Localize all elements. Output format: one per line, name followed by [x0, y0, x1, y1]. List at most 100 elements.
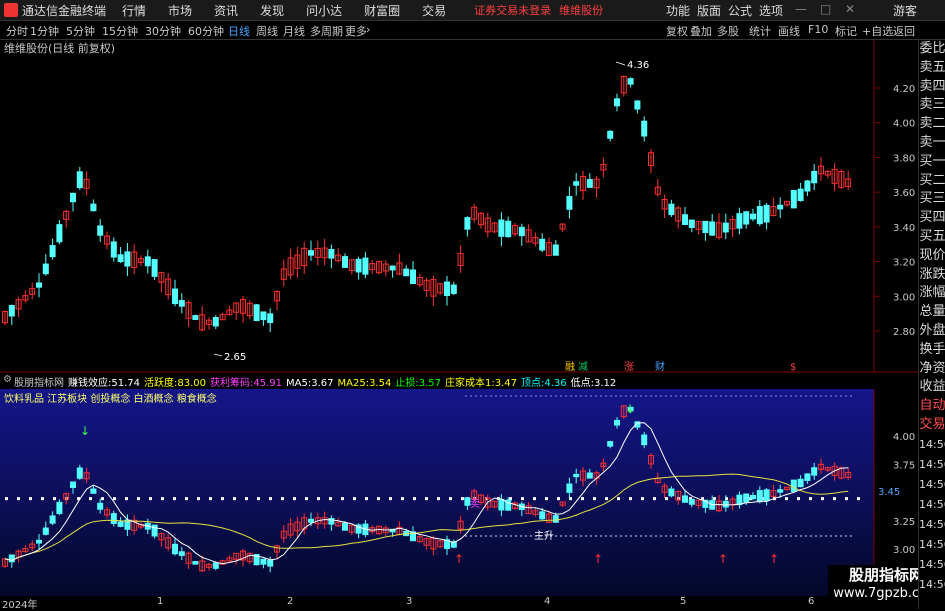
- ind-candle-body: [267, 559, 274, 567]
- user-label[interactable]: 游客: [893, 2, 917, 19]
- candle-body: [763, 204, 770, 223]
- candle-body: [627, 78, 634, 85]
- tool-overlay[interactable]: 叠加: [690, 23, 712, 39]
- ind-candle-body: [90, 488, 97, 494]
- indicator-settings-icon[interactable]: ⚙: [3, 374, 12, 385]
- event-tag-dollar[interactable]: $: [790, 362, 796, 373]
- title-bar: 通达信金融终端 行情 市场 资讯 发现 问小达 财富圈 交易 证券交易未登录 维…: [0, 0, 945, 21]
- period-monthly[interactable]: 月线: [283, 23, 305, 39]
- menu-wealth[interactable]: 财富圈: [364, 2, 400, 19]
- menu-options[interactable]: 选项: [759, 2, 783, 19]
- indicator-item: 获利筹码:45.91: [210, 378, 283, 389]
- close-icon[interactable]: ✕: [845, 2, 855, 16]
- ind-candle-body: [566, 483, 573, 493]
- side-panel-item: 买三: [919, 191, 945, 207]
- candle-body: [790, 190, 797, 209]
- chevron-right-icon[interactable]: ›: [366, 23, 370, 36]
- side-panel-item: 买二: [919, 172, 945, 188]
- menu-ask[interactable]: 问小达: [306, 2, 342, 19]
- indicator-chart[interactable]: 饮料乳品 江苏板块 创投概念 白酒概念 粮食概念 4.003.753.503.2…: [0, 389, 918, 596]
- menu-market[interactable]: 市场: [168, 2, 192, 19]
- tool-stats[interactable]: 统计: [749, 23, 771, 39]
- ind-candle-body: [750, 495, 756, 500]
- ind-candle-body: [308, 518, 314, 523]
- candle-body: [688, 219, 695, 229]
- price-tick-label: 3.00: [893, 292, 915, 303]
- period-daily[interactable]: 日线: [228, 23, 250, 39]
- event-tag-rise[interactable]: 涨: [624, 361, 634, 373]
- candle-body: [702, 220, 709, 234]
- side-panel-item: 卖一: [919, 134, 945, 150]
- period-tick[interactable]: 分时: [6, 23, 28, 39]
- tool-multi[interactable]: 多股: [717, 23, 739, 39]
- period-more[interactable]: 更多: [345, 23, 367, 39]
- ind-candle-body: [573, 473, 580, 478]
- side-panel-item: 14:56: [919, 517, 945, 531]
- low-label: 2.65: [224, 352, 246, 363]
- menu-discover[interactable]: 发现: [260, 2, 284, 19]
- candle-body: [212, 317, 219, 327]
- side-panel-item: 外盘: [919, 322, 945, 338]
- menu-quotes[interactable]: 行情: [122, 2, 146, 19]
- ind-candle-body: [756, 490, 763, 503]
- indicator-tick-label: 3.75: [893, 460, 915, 471]
- candles-group: [2, 75, 852, 332]
- side-panel-item: 现价: [919, 247, 945, 263]
- ind-candle-body: [688, 498, 695, 505]
- candlestick-chart[interactable]: 维维股份(日线 前复权) 4.20 4.00 3.80 3.60 3.40 3.20 3.0…: [0, 40, 918, 373]
- ind-candle-body: [736, 494, 743, 506]
- event-tag-margin[interactable]: 融: [565, 361, 575, 373]
- side-panel-item: 换手: [919, 341, 945, 357]
- login-warning[interactable]: 证券交易未登录: [474, 2, 551, 18]
- menu-function[interactable]: 功能: [666, 2, 690, 19]
- candle-body: [722, 222, 729, 233]
- indicator-name[interactable]: 股朋指标网: [14, 374, 64, 389]
- candle-body: [172, 288, 178, 305]
- price-tick-label: 3.20: [893, 258, 915, 269]
- side-panel-item: 卖三: [919, 97, 945, 113]
- menu-layout[interactable]: 版面: [697, 2, 721, 19]
- candle-body: [178, 300, 185, 307]
- tool-mark[interactable]: 标记: [835, 23, 857, 39]
- candle-body: [308, 250, 314, 256]
- candle-body: [797, 188, 804, 201]
- candle-body: [539, 238, 546, 251]
- ind-candle-body: [56, 501, 63, 515]
- period-multi[interactable]: 多周期: [310, 23, 343, 39]
- side-panel-item[interactable]: 自动: [919, 397, 945, 416]
- tool-back[interactable]: 返回: [893, 23, 915, 39]
- period-30min[interactable]: 30分钟: [145, 23, 181, 39]
- period-1min[interactable]: 1分钟: [30, 23, 59, 39]
- side-panel-item: 14:56: [919, 537, 945, 551]
- candle-body: [552, 244, 559, 256]
- event-tag-reduce[interactable]: 减: [578, 361, 588, 373]
- app-title: 通达信金融终端: [22, 3, 107, 18]
- menu-news[interactable]: 资讯: [214, 2, 238, 19]
- maximize-icon[interactable]: □: [820, 2, 831, 16]
- event-tag-finance[interactable]: 财: [655, 360, 665, 373]
- minimize-icon[interactable]: —: [795, 2, 807, 16]
- tool-adjust[interactable]: 复权: [666, 23, 688, 39]
- period-15min[interactable]: 15分钟: [102, 23, 138, 39]
- price-tick-label: 4.20: [893, 84, 915, 95]
- ind-candle-body: [763, 489, 770, 502]
- indicator-item: 庄家成本1:3.47: [444, 378, 517, 389]
- indicator-item: 止损:3.57: [395, 378, 441, 389]
- ind-candle-body: [614, 419, 620, 426]
- ind-candle-body: [172, 543, 178, 555]
- menu-formula[interactable]: 公式: [728, 2, 752, 19]
- menu-trade[interactable]: 交易: [422, 2, 446, 19]
- tool-f10[interactable]: F10: [808, 23, 828, 36]
- period-60min[interactable]: 60分钟: [188, 23, 224, 39]
- ind-candle-body: [539, 511, 546, 520]
- app-logo-icon: [4, 3, 18, 17]
- tool-watchlist[interactable]: +自选: [862, 23, 893, 39]
- indicator-tick-label: 3.25: [893, 517, 915, 528]
- ind-candle-body: [97, 502, 104, 510]
- side-panel-item[interactable]: 交易: [919, 416, 945, 435]
- period-weekly[interactable]: 周线: [256, 23, 278, 39]
- period-5min[interactable]: 5分钟: [66, 23, 95, 39]
- candle-body: [8, 304, 15, 317]
- tool-draw[interactable]: 画线: [778, 23, 800, 39]
- ind-candle-body: [260, 558, 267, 565]
